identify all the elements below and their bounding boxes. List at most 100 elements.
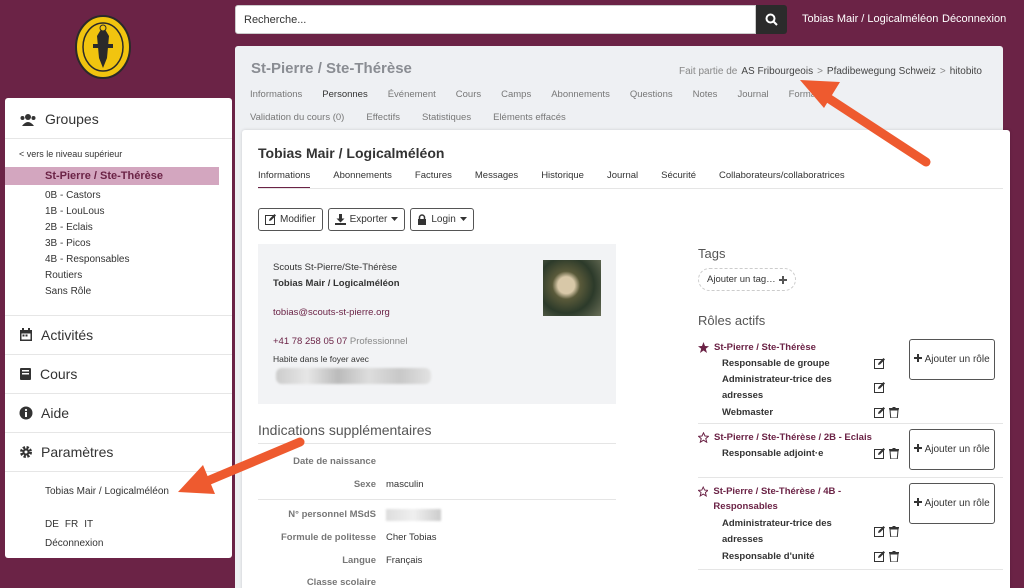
- role-item: Administrateur-trice des adresses: [722, 374, 832, 401]
- person-tab-factures[interactable]: Factures: [415, 170, 452, 189]
- role-group-link[interactable]: St-Pierre / Ste-Thérèse: [698, 340, 898, 355]
- tags-heading: Tags: [698, 246, 726, 261]
- group-tab-camps[interactable]: Camps: [501, 89, 531, 100]
- sidebar-logout-link[interactable]: Déconnexion: [5, 530, 232, 549]
- sidebar-activities-label: Activités: [41, 327, 94, 343]
- role-group-link[interactable]: St-Pierre / Ste-Thérèse / 2B - Eclais: [698, 430, 898, 445]
- trash-icon[interactable]: [889, 407, 899, 418]
- search-input[interactable]: Recherche...: [235, 5, 756, 34]
- group-tab-informations[interactable]: Informations: [250, 89, 302, 100]
- person-tab-collaborateurs[interactable]: Collaborateurs/collaboratrices: [719, 170, 845, 189]
- edit-icon[interactable]: [874, 551, 885, 562]
- role-group-link[interactable]: St-Pierre / Ste-Thérèse / 4B - Responsab…: [698, 484, 898, 514]
- star-outline-icon: [698, 486, 709, 497]
- add-tag-button[interactable]: Ajouter un tag…: [698, 268, 796, 291]
- group-tab-evenement[interactable]: Événement: [388, 89, 436, 100]
- edit-button[interactable]: Modifier: [258, 208, 323, 231]
- lang-de[interactable]: DE: [45, 519, 59, 530]
- phone-line: +41 78 258 05 07 Professionnel: [273, 336, 407, 347]
- trash-icon[interactable]: [889, 526, 899, 537]
- export-button-label: Exporter: [349, 214, 388, 225]
- field-value: Cher Tobias: [386, 532, 437, 543]
- add-role-button[interactable]: Ajouter un rôle: [909, 339, 995, 380]
- field-language: Langue Français: [258, 555, 616, 566]
- sidebar-item-sans-role[interactable]: Sans Rôle: [5, 284, 232, 300]
- sidebar-help[interactable]: Aide: [5, 394, 232, 432]
- sidebar-activities[interactable]: Activités: [5, 316, 232, 354]
- lang-it[interactable]: IT: [84, 519, 93, 530]
- breadcrumb-separator: >: [939, 66, 946, 77]
- role-item: Responsable de groupe: [722, 358, 830, 369]
- login-dropdown[interactable]: Login: [410, 208, 474, 231]
- add-tag-label: Ajouter un tag…: [707, 274, 776, 285]
- sidebar-item-eclais[interactable]: 2B - Eclais: [5, 220, 232, 236]
- add-role-button[interactable]: Ajouter un rôle: [909, 429, 995, 470]
- group-tab-validation[interactable]: Validation du cours (0): [250, 112, 344, 123]
- edit-icon[interactable]: [874, 382, 885, 393]
- role-item: Webmaster: [722, 407, 774, 418]
- group-tab-statistiques[interactable]: Statistiques: [422, 112, 471, 123]
- email-link[interactable]: tobias@scouts-st-pierre.org: [273, 307, 390, 318]
- group-tab-journal[interactable]: Journal: [737, 89, 768, 100]
- breadcrumb-fribourgeois[interactable]: AS Fribourgeois: [741, 66, 813, 77]
- sidebar-item-picos[interactable]: 3B - Picos: [5, 236, 232, 252]
- field-label: Langue: [342, 555, 376, 566]
- export-dropdown[interactable]: Exporter: [327, 208, 406, 231]
- trash-icon[interactable]: [889, 551, 899, 562]
- household-label: Habite dans le foyer avec: [273, 354, 369, 364]
- sidebar-item-active-group[interactable]: St-Pierre / Ste-Thérèse: [5, 167, 219, 185]
- group-tab-questions[interactable]: Questions: [630, 89, 673, 100]
- person-tab-securite[interactable]: Sécurité: [661, 170, 696, 189]
- sidebar-courses[interactable]: Cours: [5, 355, 232, 393]
- trash-icon[interactable]: [889, 448, 899, 459]
- sidebar-courses-label: Cours: [40, 366, 78, 382]
- person-tab-journal[interactable]: Journal: [607, 170, 638, 189]
- sidebar-item-loulous[interactable]: 1B - LouLous: [5, 204, 232, 220]
- topbar-logout-link[interactable]: Déconnexion: [942, 13, 1006, 25]
- person-tab-informations[interactable]: Informations: [258, 170, 311, 189]
- plus-icon: [914, 354, 923, 362]
- plus-icon: [778, 275, 787, 284]
- add-role-button[interactable]: Ajouter un rôle: [909, 483, 995, 524]
- sidebar-item-routiers[interactable]: Routiers: [5, 268, 232, 284]
- edit-icon[interactable]: [874, 448, 885, 459]
- breadcrumb-pfadibewegung[interactable]: Pfadibewegung Schweiz: [827, 66, 936, 77]
- phone-link[interactable]: +41 78 258 05 07: [273, 336, 347, 347]
- group-tab-effectifs[interactable]: Effectifs: [366, 112, 400, 123]
- edit-icon[interactable]: [874, 358, 885, 369]
- sidebar-up-link[interactable]: < vers le niveau supérieur: [5, 139, 232, 167]
- person-title: Tobias Mair / Logicalméléon: [258, 145, 445, 161]
- search-placeholder: Recherche...: [244, 13, 307, 26]
- person-tab-abonnements[interactable]: Abonnements: [333, 170, 392, 189]
- sidebar-settings[interactable]: Paramètres: [5, 433, 232, 471]
- edit-icon[interactable]: [874, 526, 885, 537]
- person-tab-messages[interactable]: Messages: [475, 170, 518, 189]
- sidebar-groups-header[interactable]: Groupes: [5, 100, 232, 138]
- logo[interactable]: [74, 14, 132, 80]
- person-tab-historique[interactable]: Historique: [541, 170, 584, 189]
- sidebar-user-link[interactable]: Tobias Mair / Logicalméléon: [5, 472, 232, 497]
- edit-icon[interactable]: [874, 407, 885, 418]
- users-icon: [20, 113, 36, 126]
- group-tab-personnes[interactable]: Personnes: [322, 89, 367, 100]
- sidebar-item-castors[interactable]: 0B - Castors: [5, 188, 232, 204]
- sidebar-item-responsables[interactable]: 4B - Responsables: [5, 252, 232, 268]
- lang-fr[interactable]: FR: [65, 519, 78, 530]
- group-tab-abonnements[interactable]: Abonnements: [551, 89, 610, 100]
- topbar-user-link[interactable]: Tobias Mair / Logicalméléon: [802, 13, 938, 25]
- breadcrumb-separator: >: [817, 66, 823, 77]
- edit-icon: [265, 214, 276, 225]
- contact-info-box: Scouts St-Pierre/Ste-Thérèse Tobias Mair…: [258, 244, 616, 404]
- org-name: Scouts St-Pierre/Ste-Thérèse: [273, 262, 398, 273]
- field-sex: Sexe masculin: [258, 479, 616, 490]
- group-tab-elements-effaces[interactable]: Eléments effacés: [493, 112, 566, 123]
- group-tab-formation[interactable]: Formation: [789, 89, 832, 100]
- search-button[interactable]: [756, 5, 787, 34]
- field-value: Français: [386, 555, 423, 566]
- breadcrumb-hitobito[interactable]: hitobito: [950, 66, 982, 77]
- group-tab-cours[interactable]: Cours: [456, 89, 481, 100]
- role-item: Responsable d'unité: [722, 551, 815, 562]
- group-tab-notes[interactable]: Notes: [693, 89, 718, 100]
- book-icon: [20, 368, 31, 380]
- group-tabs: Informations Personnes Événement Cours C…: [250, 89, 851, 100]
